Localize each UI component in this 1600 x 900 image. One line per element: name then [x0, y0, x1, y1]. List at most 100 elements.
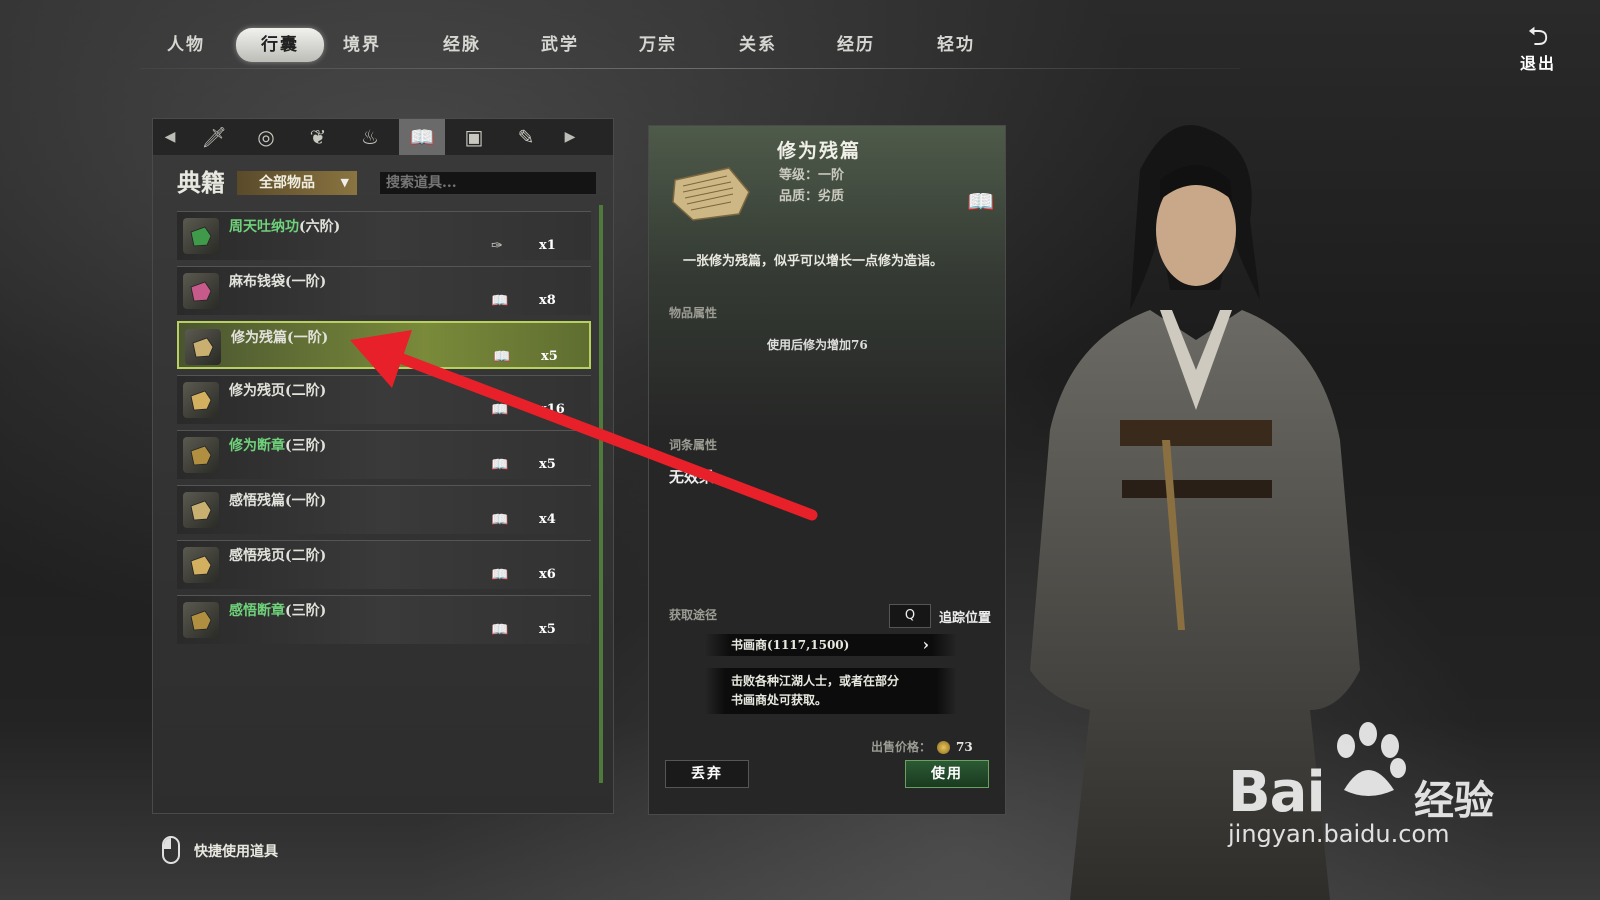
item-quantity: x8: [539, 293, 556, 308]
book-icon: 📖: [491, 402, 509, 418]
item-attr-title: 物品属性: [669, 306, 718, 320]
item-thumb: [183, 547, 219, 583]
source-desc-line-1: 击败各种江湖人士，或者在部分: [731, 674, 900, 688]
tab-7[interactable]: 经历: [812, 28, 900, 62]
source-location-link[interactable]: 书画商(1117,1500) ›: [705, 634, 957, 656]
item-attr-effect: 使用后修为增加76: [767, 338, 868, 352]
item-name: 麻布钱袋(一阶): [229, 274, 327, 290]
item-thumb: [183, 492, 219, 528]
item-name: 修为断章(三阶): [229, 438, 327, 454]
list-item[interactable]: 周天吐纳功(六阶) ✑ x1: [177, 211, 591, 260]
book-icon: 📖: [493, 349, 511, 365]
book-icon: 📖: [491, 293, 509, 309]
book-icon: 📖: [967, 190, 995, 215]
item-icon: [190, 555, 212, 576]
watermark-brand-cn: 经验: [1414, 778, 1494, 824]
baidu-watermark: Bai 经验 jingyan.baidu.com: [1228, 720, 1588, 870]
item-icon: [190, 610, 212, 631]
nav-divider: [140, 68, 1240, 69]
item-level: 等级：一阶: [779, 168, 845, 183]
item-quantity: x6: [539, 567, 556, 582]
price-value: 73: [956, 740, 973, 754]
item-icon: [190, 390, 212, 411]
drop-button[interactable]: 丢弃: [665, 760, 749, 788]
item-list-scrollbar[interactable]: [599, 205, 603, 783]
item-icon: [190, 445, 212, 466]
book-icon: 📖: [491, 622, 509, 638]
use-button[interactable]: 使用: [905, 760, 989, 788]
source-location: 书画商(1117,1500): [731, 638, 850, 652]
tab-5[interactable]: 万宗: [614, 28, 702, 62]
chest-icon[interactable]: ▣: [451, 119, 497, 155]
item-icon: [190, 226, 212, 247]
item-name: 修为残篇: [777, 140, 862, 162]
tab-2[interactable]: 境界: [318, 28, 406, 62]
category-title: 典籍: [177, 168, 225, 197]
dagger-icon[interactable]: 🗡: [191, 119, 237, 155]
tab-0[interactable]: 人物: [142, 28, 230, 62]
source-desc-line-2: 书画商处可获取。: [731, 693, 828, 707]
track-location-button[interactable]: 追踪位置: [939, 607, 991, 626]
list-item[interactable]: 修为断章(三阶) 📖 x5: [177, 430, 591, 479]
item-thumb: [185, 329, 221, 365]
next-category-arrow-icon[interactable]: ▶: [559, 119, 581, 155]
item-icon: [190, 281, 212, 302]
affix-title: 词条属性: [669, 438, 718, 452]
price-label: 出售价格：: [871, 740, 932, 754]
book-icon: 📖: [491, 512, 509, 528]
item-icon: [192, 337, 214, 358]
item-icon: [190, 500, 212, 521]
book-icon: 📖: [491, 457, 509, 473]
herb-icon[interactable]: ❦: [295, 119, 341, 155]
tab-6[interactable]: 关系: [714, 28, 802, 62]
exit-label: 退出: [1519, 54, 1556, 73]
filter-label: 全部物品: [259, 175, 315, 191]
paw-logo-icon: [1337, 722, 1406, 796]
tab-4[interactable]: 武学: [516, 28, 604, 62]
chevron-right-icon: ›: [922, 635, 929, 654]
item-name: 周天吐纳功(六阶): [229, 219, 341, 235]
torn-page-icon: [672, 167, 750, 221]
book-icon[interactable]: 📖: [399, 119, 445, 155]
item-detail-panel: 修为残篇 等级：一阶 品质：劣质 📖 一张修为残篇，似乎可以增长一点修为造诣。 …: [648, 125, 1006, 815]
quick-use-hint-text: 快捷使用道具: [194, 844, 278, 860]
filter-dropdown[interactable]: 全部物品 ▼: [237, 171, 357, 195]
book-icon: 📖: [491, 567, 509, 583]
list-item[interactable]: 麻布钱袋(一阶) 📖 x8: [177, 266, 591, 315]
item-name: 感悟残篇(一阶): [229, 493, 327, 509]
ring-icon[interactable]: ◎: [243, 119, 289, 155]
prev-category-arrow-icon[interactable]: ◀: [159, 119, 181, 155]
list-item[interactable]: 感悟残页(二阶) 📖 x6: [177, 540, 591, 589]
list-item[interactable]: 感悟断章(三阶) 📖 x5: [177, 595, 591, 644]
list-item[interactable]: 修为残篇(一阶) 📖 x5: [177, 321, 591, 369]
list-item[interactable]: 感悟残篇(一阶) 📖 x4: [177, 485, 591, 534]
tool-icon[interactable]: ✎: [503, 119, 549, 155]
track-key[interactable]: Q: [889, 604, 931, 628]
item-list: 周天吐纳功(六阶) ✑ x1 麻布钱袋(一阶) 📖 x8 修为残篇(一阶) 📖 x5 修为残页(二…: [177, 211, 593, 650]
pouch-icon[interactable]: ♨: [347, 119, 393, 155]
scroll-icon: ✑: [491, 238, 503, 254]
inventory-panel: ◀ ▶ 🗡◎❦♨📖▣✎ 典籍 全部物品 ▼ 周天吐纳功(六阶)✑x1麻布钱袋(一…: [152, 118, 614, 814]
list-item[interactable]: 修为残页(二阶) 📖 x16: [177, 375, 591, 424]
item-quantity: x4: [539, 512, 556, 527]
return-arrow-icon: ⮌: [1527, 22, 1549, 52]
item-quantity: x1: [539, 238, 556, 253]
tab-1[interactable]: 行囊: [236, 28, 324, 62]
item-name: 修为残篇(一阶): [231, 330, 329, 346]
source-title: 获取途径: [669, 608, 718, 622]
exit-button[interactable]: ⮌ 退出: [1506, 22, 1570, 73]
item-thumb: [183, 437, 219, 473]
item-thumb: [183, 382, 219, 418]
tab-8[interactable]: 轻功: [912, 28, 1000, 62]
category-bar: ◀ ▶ 🗡 ◎ ❦ ♨ 📖 ▣ ✎: [153, 119, 613, 155]
item-thumb: [183, 218, 219, 254]
search-input[interactable]: [379, 171, 597, 195]
item-quality: 品质：劣质: [779, 189, 845, 204]
tab-3[interactable]: 经脉: [418, 28, 506, 62]
mouse-left-click-icon: [162, 836, 180, 864]
item-quantity: x5: [539, 457, 556, 472]
sell-price: 出售价格： 73: [871, 738, 973, 755]
item-quantity: x16: [539, 402, 565, 417]
chevron-down-icon: ▼: [340, 176, 349, 189]
top-nav: 人物 行囊 境界 经脉 武学 万宗 关系 经历 轻功: [0, 0, 1600, 70]
